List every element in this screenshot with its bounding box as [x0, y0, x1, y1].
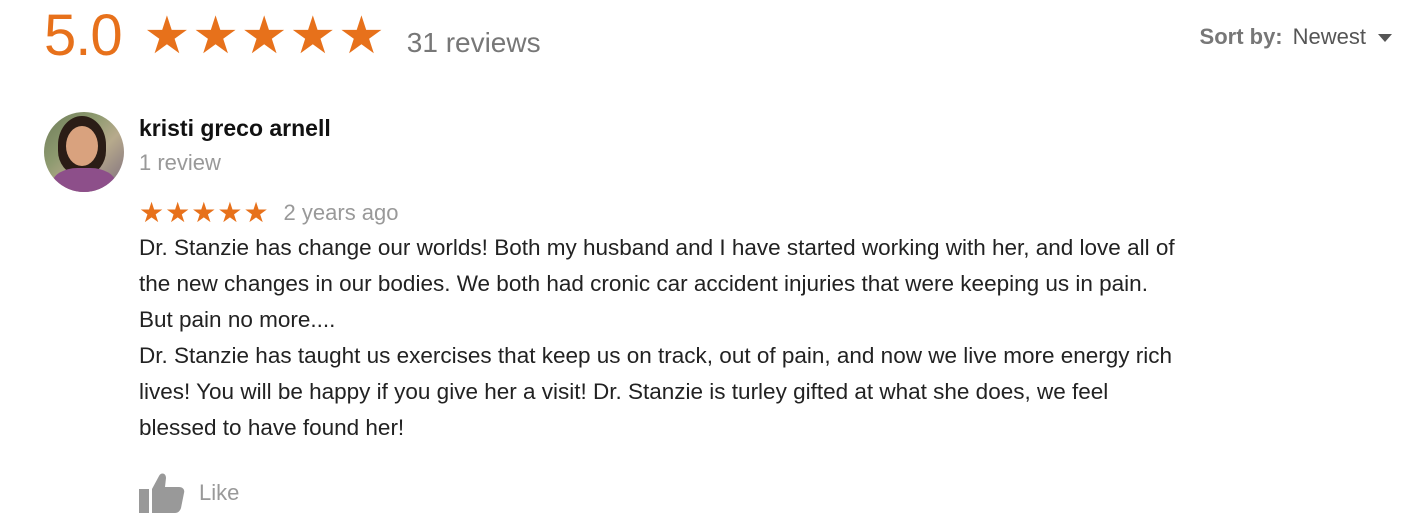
reviewer-review-count: 1 review — [139, 150, 221, 175]
review-count: 31 reviews — [406, 27, 541, 58]
overall-stars: ★ ★ ★ ★ ★ — [144, 10, 387, 62]
star-icon: ★ — [139, 197, 165, 228]
caret-down-icon — [1378, 34, 1392, 42]
like-label: Like — [199, 480, 240, 505]
like-button[interactable]: Like — [139, 472, 1379, 514]
avatar[interactable] — [44, 112, 124, 192]
star-icon: ★ — [338, 7, 385, 65]
sort-value: Newest — [1292, 24, 1366, 49]
review-text-line: Dr. Stanzie has change our worlds! Both … — [139, 235, 1175, 260]
star-icon: ★ — [217, 197, 243, 228]
review-text-line: blessed to have found her! — [139, 415, 405, 440]
sort-label: Sort by: — [1199, 24, 1283, 49]
review-text-line: the new changes in our bodies. We both h… — [139, 271, 1148, 296]
star-icon: ★ — [289, 7, 337, 65]
avatar-face — [66, 126, 98, 166]
review-text-line: But pain no more.... — [139, 307, 336, 332]
sort-dropdown[interactable]: Sort by: Newest — [1200, 24, 1392, 50]
review-date: 2 years ago — [283, 200, 399, 225]
reviewer-name[interactable]: kristi greco arnell — [139, 112, 1379, 144]
thumbs-up-icon — [139, 473, 185, 513]
star-icon: ★ — [165, 197, 191, 228]
review-rating-row: ★ ★ ★ ★ ★ 2 years ago — [139, 198, 1379, 228]
review-text-line: Dr. Stanzie has taught us exercises that… — [139, 343, 1173, 368]
star-icon: ★ — [191, 197, 217, 228]
avatar-shirt — [52, 168, 116, 192]
review-text-line: lives! You will be happy if you give her… — [139, 379, 1109, 404]
star-icon: ★ — [243, 197, 269, 228]
overall-score: 5.0 — [44, 3, 123, 68]
star-icon: ★ — [240, 7, 288, 65]
star-icon: ★ — [143, 7, 191, 65]
star-icon: ★ — [192, 7, 239, 65]
review-body: kristi greco arnell 1 review ★ ★ ★ ★ ★ 2… — [139, 112, 1379, 514]
rating-summary: 5.0 ★ ★ ★ ★ ★ 31 reviews — [44, 0, 541, 72]
review-text: Dr. Stanzie has change our worlds! Both … — [139, 230, 1379, 446]
review-stars: ★ ★ ★ ★ ★ — [139, 199, 270, 227]
